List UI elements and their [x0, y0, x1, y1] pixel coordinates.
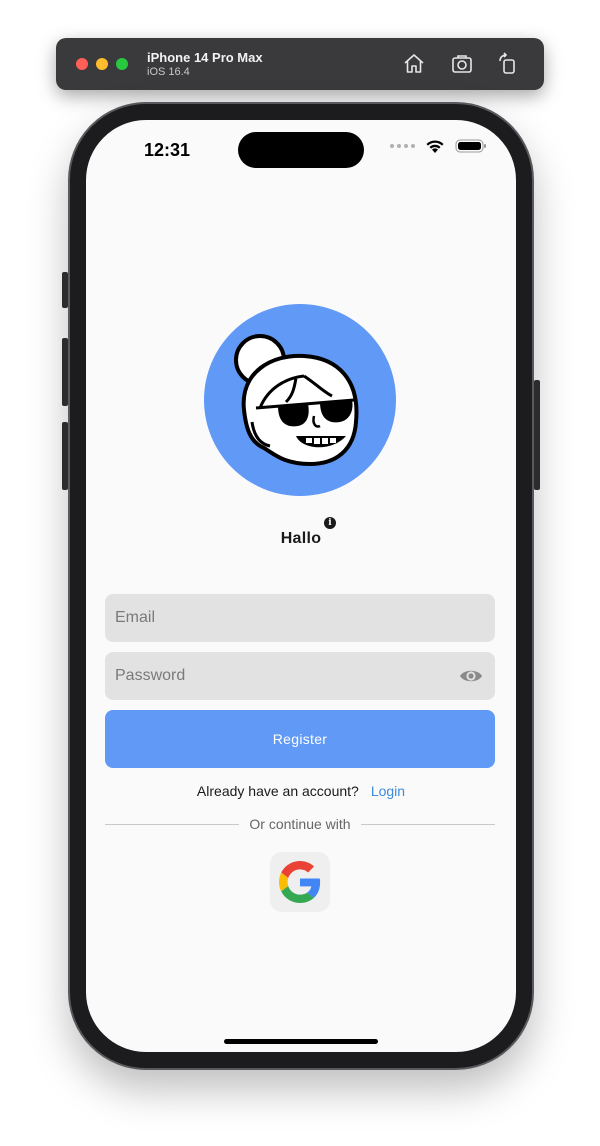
screenshot-icon[interactable] [450, 52, 474, 76]
rotate-icon[interactable] [496, 52, 520, 76]
zoom-window-button[interactable] [116, 58, 128, 70]
login-row: Already have an account? Login [86, 783, 516, 799]
volume-down-button [62, 422, 68, 490]
eye-icon[interactable] [459, 665, 483, 687]
mute-switch [62, 272, 68, 308]
divider-line-left [105, 823, 240, 825]
info-icon[interactable]: i [324, 517, 336, 529]
volume-up-button [62, 338, 68, 406]
avatar [204, 304, 396, 496]
close-window-button[interactable] [76, 58, 88, 70]
cartoon-face-icon [234, 334, 359, 467]
signal-dots-icon [390, 144, 415, 148]
simulator-toolbar: iPhone 14 Pro Max iOS 16.4 [56, 38, 544, 90]
status-indicators [390, 138, 487, 154]
email-field-container [105, 594, 495, 642]
divider-line-right [360, 823, 496, 825]
home-icon[interactable] [402, 52, 426, 76]
or-continue-divider: Or continue with [105, 816, 496, 832]
home-indicator[interactable] [224, 1039, 378, 1044]
os-version: iOS 16.4 [147, 66, 190, 78]
login-link[interactable]: Login [371, 783, 405, 799]
greeting-title: Hallo [280, 530, 322, 547]
email-field[interactable] [115, 609, 495, 627]
wifi-icon [426, 140, 444, 153]
register-button[interactable]: Register [105, 710, 495, 768]
google-logo-icon [279, 861, 321, 903]
login-prompt: Already have an account? [196, 783, 359, 799]
password-field[interactable] [115, 667, 495, 685]
phone-screen: 12:31 Hallo i Email Register Already hav… [86, 120, 516, 1052]
power-button [534, 380, 540, 490]
device-name: iPhone 14 Pro Max [147, 50, 263, 65]
google-signin-button[interactable] [270, 852, 330, 912]
password-field-container [105, 652, 495, 700]
dynamic-island [238, 132, 364, 168]
battery-icon [455, 139, 486, 153]
divider-text: Or continue with [249, 816, 351, 832]
minimize-window-button[interactable] [96, 58, 108, 70]
status-time: 12:31 [144, 140, 191, 160]
